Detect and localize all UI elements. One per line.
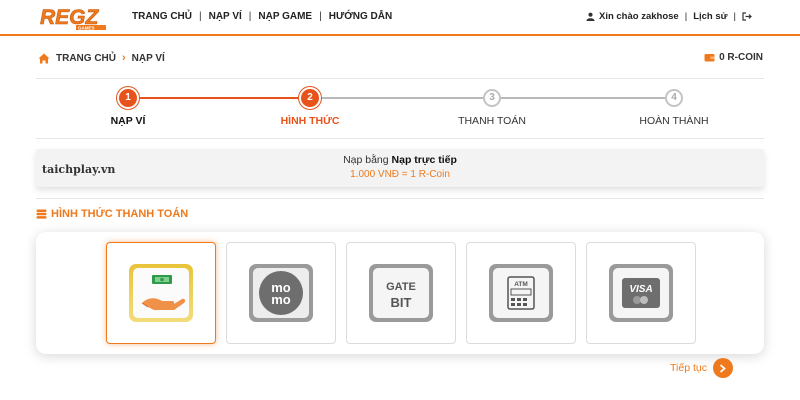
watermark-text: taichplay.vn	[42, 163, 116, 176]
nav-home[interactable]: TRANG CHỦ	[132, 11, 192, 22]
divider	[36, 78, 764, 79]
nav-game-topup[interactable]: NẠP GAME	[258, 11, 312, 22]
progress-stepper: 1 NẠP VÍ 2 HÌNH THỨC 3 THANH TOÁN 4 HOÀN…	[36, 86, 764, 136]
nav-guide[interactable]: HƯỚNG DẪN	[329, 11, 393, 22]
step-number: 4	[665, 89, 683, 107]
history-link[interactable]: Lịch sử	[693, 11, 727, 22]
continue-button[interactable]: Tiếp tục	[670, 358, 733, 378]
step-number: 3	[483, 89, 501, 107]
divider	[36, 198, 764, 199]
svg-text:ATM: ATM	[514, 281, 528, 288]
payment-method-momo[interactable]: mo mo	[226, 242, 336, 344]
payment-method-atm[interactable]: ATM	[466, 242, 576, 344]
nav-wallet-topup[interactable]: NẠP VÍ	[209, 11, 242, 22]
main-nav: TRANG CHỦ | NẠP VÍ | NẠP GAME | HƯỚNG DẪ…	[132, 11, 392, 22]
step-label: HÌNH THỨC	[280, 115, 340, 127]
home-icon[interactable]	[38, 53, 50, 64]
wallet-balance: 0 R-COIN	[704, 52, 763, 63]
top-header: REGZ GAMES TRANG CHỦ | NẠP VÍ | NẠP GAME…	[0, 0, 800, 36]
step-number: 1	[119, 89, 137, 107]
payment-method-gate[interactable]: GATE BIT	[346, 242, 456, 344]
momo-icon: mo mo	[249, 264, 313, 322]
section-title-text: HÌNH THỨC THANH TOÁN	[51, 208, 189, 220]
visa-card-icon: VISA	[609, 264, 673, 322]
step-label: NẠP VÍ	[110, 115, 146, 127]
topup-info-box: taichplay.vn Nạp bằng Nạp trực tiếp 1.00…	[36, 149, 764, 187]
svg-text:GAMES: GAMES	[78, 26, 95, 31]
exchange-rate: 1.000 VNĐ = 1 R-Coin	[350, 169, 450, 180]
step-3: 3 THANH TOÁN	[432, 86, 552, 127]
topup-method: Nạp trực tiếp	[391, 154, 457, 166]
momo-text-bottom: mo	[271, 292, 291, 307]
step-4: 4 HOÀN THÀNH	[614, 86, 734, 127]
nav-separator: |	[319, 11, 322, 22]
user-separator: |	[684, 11, 688, 22]
wallet-icon	[704, 54, 715, 62]
user-separator: |	[733, 11, 736, 22]
user-icon	[586, 12, 595, 21]
payment-method-visa[interactable]: VISA	[586, 242, 696, 344]
cash-hand-icon	[129, 264, 193, 322]
breadcrumb: TRANG CHỦ › NẠP VÍ	[38, 52, 165, 64]
breadcrumb-current: NẠP VÍ	[131, 52, 165, 64]
nav-separator: |	[248, 11, 252, 22]
gate-bit-icon: GATE BIT	[369, 264, 433, 322]
user-greeting[interactable]: Xin chào zakhose	[599, 11, 679, 22]
nav-separator: |	[199, 11, 202, 22]
breadcrumb-home[interactable]: TRANG CHỦ	[56, 53, 116, 64]
svg-text:BIT: BIT	[391, 295, 412, 310]
step-label: THANH TOÁN	[458, 115, 526, 127]
divider	[36, 138, 764, 139]
continue-label: Tiếp tục	[670, 362, 707, 374]
step-label: HOÀN THÀNH	[639, 115, 709, 127]
topup-method-line: Nạp bằng Nạp trực tiếp	[36, 154, 764, 166]
atm-icon: ATM	[489, 264, 553, 322]
balance-value: 0 R-COIN	[719, 52, 763, 63]
breadcrumb-arrow-icon: ›	[122, 52, 126, 64]
svg-text:GATE: GATE	[386, 281, 416, 293]
step-number: 2	[301, 89, 319, 107]
payment-method-cash[interactable]	[106, 242, 216, 344]
step-2: 2 HÌNH THỨC	[250, 86, 370, 127]
coins-stack-icon	[36, 209, 47, 219]
user-menu: Xin chào zakhose | Lịch sử |	[586, 11, 756, 22]
section-title: HÌNH THỨC THANH TOÁN	[36, 208, 188, 220]
logout-icon[interactable]	[742, 12, 752, 21]
step-1: 1 NẠP VÍ	[68, 86, 188, 127]
payment-methods-panel: mo mo GATE BIT ATM VISA	[36, 232, 764, 354]
brand-logo[interactable]: REGZ GAMES	[38, 4, 114, 31]
svg-text:VISA: VISA	[629, 284, 652, 295]
topup-prefix: Nạp bằng	[343, 154, 392, 166]
arrow-right-icon	[712, 358, 733, 378]
